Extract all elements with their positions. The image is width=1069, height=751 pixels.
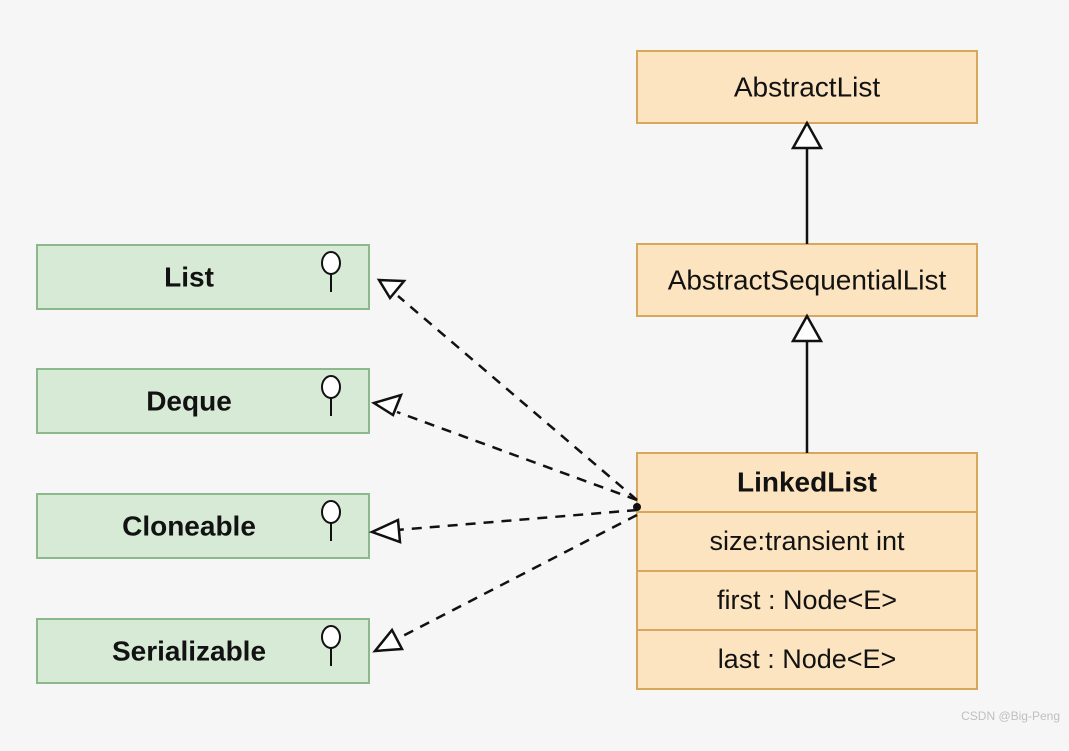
realization-ll-to-list [379,280,637,500]
generalization-asl-to-al [793,123,821,244]
interface-deque: Deque [37,369,369,433]
interface-cloneable: Cloneable [37,494,369,558]
class-abstractlist: AbstractList [637,51,977,123]
realization-origin-dot [633,503,641,511]
uml-diagram: List Deque Cloneable Serializable Abs [0,0,1069,751]
interface-serializable: Serializable [37,619,369,683]
class-abstractlist-label: AbstractList [734,71,880,102]
class-linkedlist-name: LinkedList [737,466,877,497]
realization-ll-to-cloneable [372,510,637,542]
linkedlist-field-size: size:transient int [709,526,905,556]
interface-cloneable-label: Cloneable [122,510,256,541]
watermark: CSDN @Big-Peng [961,709,1060,723]
realization-ll-to-deque [374,395,637,500]
linkedlist-field-first: first : Node<E> [717,585,897,615]
class-abstractsequentiallist: AbstractSequentialList [637,244,977,316]
linkedlist-field-last: last : Node<E> [718,644,897,674]
interface-list: List [37,245,369,309]
interface-deque-label: Deque [146,385,232,416]
realization-ll-to-serializable [375,515,637,651]
interface-list-label: List [164,261,214,292]
class-linkedlist: LinkedList size:transient int first : No… [637,453,977,689]
class-abstractsequentiallist-label: AbstractSequentialList [668,264,947,295]
interface-serializable-label: Serializable [112,635,266,666]
generalization-ll-to-asl [793,316,821,453]
